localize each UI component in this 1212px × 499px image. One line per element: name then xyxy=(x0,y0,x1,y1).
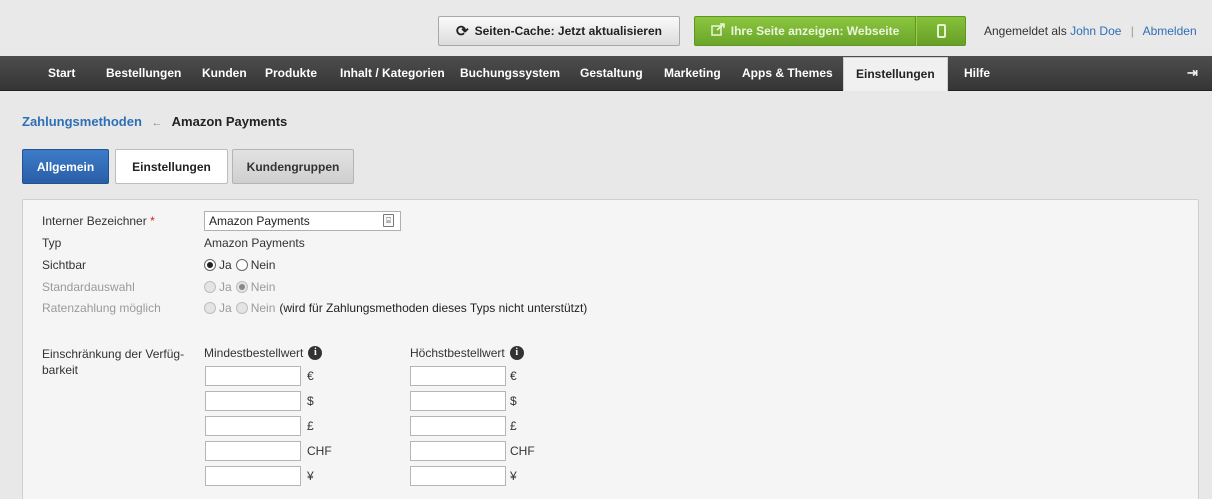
tab-kundengruppen[interactable]: Kundengruppen xyxy=(232,149,354,184)
currency-gbp-label: £ xyxy=(307,419,314,433)
main-nav: Start Bestellungen Kunden Produkte Inhal… xyxy=(0,56,1212,91)
nav-item-bestellungen[interactable]: Bestellungen xyxy=(106,56,181,91)
currency-eur-label: € xyxy=(307,369,314,383)
default-yes-radio xyxy=(204,281,216,293)
currency-jpy-label: ¥ xyxy=(307,469,314,483)
currency-chf-label: CHF xyxy=(510,444,535,458)
min-order-usd-input[interactable] xyxy=(205,391,301,411)
separator: | xyxy=(1130,24,1134,38)
max-order-eur-input[interactable] xyxy=(410,366,506,386)
login-info: Angemeldet als John Doe | Abmelden xyxy=(984,24,1197,38)
nav-item-inhalt-kategorien[interactable]: Inhalt / Kategorien xyxy=(340,56,445,91)
refresh-cache-label: Seiten-Cache: Jetzt aktualisieren xyxy=(474,24,662,38)
visible-no-radio[interactable] xyxy=(235,259,248,271)
external-link-icon xyxy=(711,23,725,39)
currency-jpy-label: ¥ xyxy=(510,469,517,483)
visible-no-label: Nein xyxy=(250,258,276,272)
mobile-icon xyxy=(936,24,946,38)
visible-yes-radio[interactable] xyxy=(204,259,216,271)
default-no-radio xyxy=(235,281,248,293)
info-icon[interactable]: i xyxy=(509,346,524,360)
min-order-header: Mindestbestellwert i xyxy=(204,346,323,360)
internal-name-label: Interner Bezeichner * xyxy=(42,214,155,228)
translate-icon[interactable]: ⌸ xyxy=(383,214,394,227)
exit-icon[interactable]: ⇥ xyxy=(1187,65,1198,81)
nav-item-gestaltung[interactable]: Gestaltung xyxy=(580,56,643,91)
min-order-gbp-input[interactable] xyxy=(205,416,301,436)
tab-einstellungen[interactable]: Einstellungen xyxy=(115,149,228,184)
max-order-header: Höchstbestellwert i xyxy=(410,346,524,360)
type-value: Amazon Payments xyxy=(204,236,305,250)
min-order-chf-input[interactable] xyxy=(205,441,301,461)
min-order-eur-input[interactable] xyxy=(205,366,301,386)
nav-item-einstellungen[interactable]: Einstellungen xyxy=(843,57,948,91)
currency-usd-label: $ xyxy=(307,394,314,408)
max-order-usd-input[interactable] xyxy=(410,391,506,411)
tab-allgemein[interactable]: Allgemein xyxy=(22,149,109,184)
default-radio-group: Ja Nein xyxy=(204,280,279,294)
breadcrumb-current: Amazon Payments xyxy=(171,114,288,129)
breadcrumb-parent-link[interactable]: Zahlungsmethoden xyxy=(22,114,142,129)
info-icon[interactable]: i xyxy=(308,346,323,360)
view-site-button[interactable]: Ihre Seite anzeigen: Webseite xyxy=(694,16,916,46)
internal-name-input[interactable] xyxy=(204,211,401,231)
installment-yes-label: Ja xyxy=(219,301,232,315)
restriction-label-line2: barkeit xyxy=(42,363,79,377)
form-panel xyxy=(22,199,1199,499)
required-mark: * xyxy=(150,214,155,228)
installment-no-radio xyxy=(235,302,248,314)
default-yes-label: Ja xyxy=(219,280,232,294)
breadcrumb-arrow-icon: ← xyxy=(151,117,163,129)
installment-label: Ratenzahlung möglich xyxy=(42,301,161,315)
default-selection-label: Standardauswahl xyxy=(42,280,135,294)
max-order-chf-input[interactable] xyxy=(410,441,506,461)
visible-yes-label: Ja xyxy=(219,258,232,272)
nav-item-marketing[interactable]: Marketing xyxy=(664,56,721,91)
installment-yes-radio xyxy=(204,302,216,314)
internal-name-label-text: Interner Bezeichner xyxy=(42,214,147,228)
refresh-cache-button[interactable]: ⟳ Seiten-Cache: Jetzt aktualisieren xyxy=(438,16,680,46)
view-site-label: Ihre Seite anzeigen: Webseite xyxy=(730,24,900,38)
min-order-jpy-input[interactable] xyxy=(205,466,301,486)
visible-label: Sichtbar xyxy=(42,258,87,272)
nav-item-hilfe[interactable]: Hilfe xyxy=(964,56,990,91)
installment-radio-group: Ja Nein (wird für Zahlungsmethoden diese… xyxy=(204,301,587,315)
currency-chf-label: CHF xyxy=(307,444,332,458)
logged-in-prefix: Angemeldet als xyxy=(984,24,1067,38)
nav-item-buchungssystem[interactable]: Buchungssystem xyxy=(460,56,560,91)
nav-item-start[interactable]: Start xyxy=(48,56,75,91)
currency-eur-label: € xyxy=(510,369,517,383)
refresh-icon: ⟳ xyxy=(456,23,469,40)
currency-usd-label: $ xyxy=(510,394,517,408)
logout-link[interactable]: Abmelden xyxy=(1143,24,1197,38)
mobile-preview-button[interactable] xyxy=(916,16,966,46)
visible-radio-group: Ja Nein xyxy=(204,258,279,272)
nav-item-kunden[interactable]: Kunden xyxy=(202,56,247,91)
breadcrumb: Zahlungsmethoden ← Amazon Payments xyxy=(22,114,287,129)
max-order-gbp-input[interactable] xyxy=(410,416,506,436)
restriction-label-line1: Einschränkung der Verfüg- xyxy=(42,347,185,361)
min-order-label: Mindestbestellwert xyxy=(204,346,304,360)
installment-note: (wird für Zahlungsmethoden dieses Typs n… xyxy=(279,301,588,315)
default-no-label: Nein xyxy=(250,280,276,294)
user-name-link[interactable]: John Doe xyxy=(1070,24,1121,38)
installment-no-label: Nein xyxy=(250,301,276,315)
nav-item-apps-themes[interactable]: Apps & Themes xyxy=(742,56,833,91)
type-label: Typ xyxy=(42,236,62,250)
max-order-jpy-input[interactable] xyxy=(410,466,506,486)
max-order-label: Höchstbestellwert xyxy=(410,346,505,360)
top-bar: ⟳ Seiten-Cache: Jetzt aktualisieren Ihre… xyxy=(0,0,1212,48)
currency-gbp-label: £ xyxy=(510,419,517,433)
nav-item-produkte[interactable]: Produkte xyxy=(265,56,317,91)
